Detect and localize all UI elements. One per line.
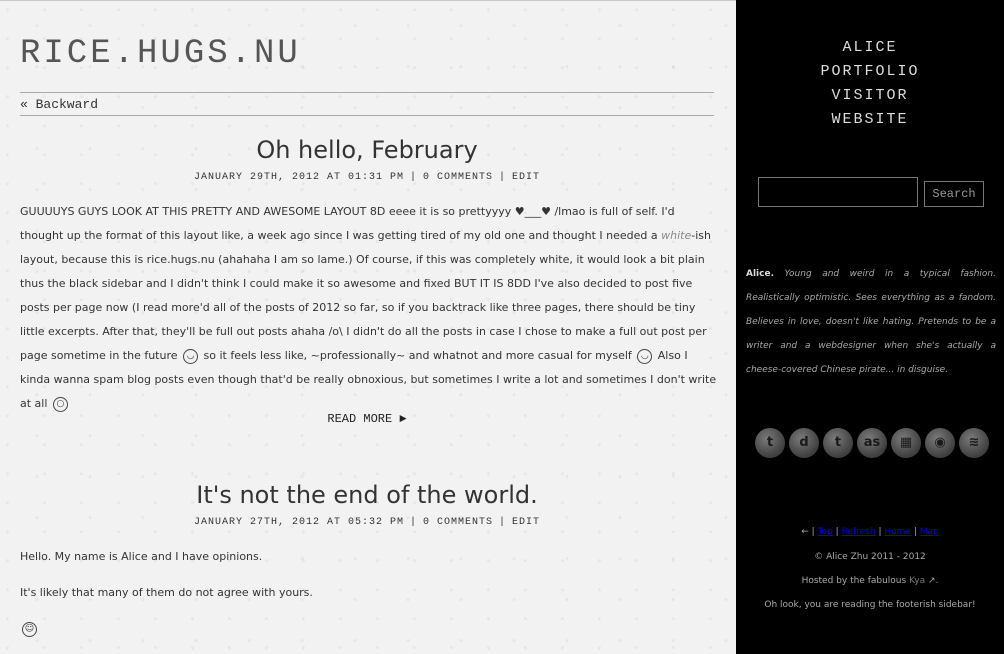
read-more-link[interactable]: READ MORE ► <box>20 412 714 426</box>
post-title[interactable]: It's not the end of the world. <box>20 481 714 509</box>
sidebar-nav: ALICE PORTFOLIO VISITOR WEBSITE <box>736 36 1004 132</box>
edit-link[interactable]: EDIT <box>512 517 540 528</box>
post-text: so it feels less like, ~professionally~ … <box>200 349 636 362</box>
sidebar: ALICE PORTFOLIO VISITOR WEBSITE Search A… <box>736 0 1004 654</box>
windows-icon[interactable]: ▦ <box>891 428 921 458</box>
copyright: © Alice Zhu 2011 - 2012 <box>814 552 926 562</box>
footer-tagline: Oh look, you are reading the footerish s… <box>764 600 976 610</box>
backward-link[interactable]: « Backward <box>20 97 98 112</box>
search-input[interactable] <box>758 177 918 207</box>
back-arrow-icon[interactable]: ← <box>801 527 809 537</box>
post-body: GUUUUYS GUYS LOOK AT THIS PRETTY AND AWE… <box>20 200 720 416</box>
smiley-icon: ◡ <box>637 348 653 364</box>
home-link[interactable]: Home <box>884 527 911 537</box>
main-content: RICE.HUGS.NU « Backward Oh hello, Februa… <box>0 0 736 654</box>
tumblr-icon[interactable]: t <box>823 428 853 458</box>
hosted-prefix: Hosted by the fabulous <box>801 576 910 586</box>
external-link-icon: ↗ <box>925 576 936 586</box>
shocked-face-icon: ○ <box>52 396 68 412</box>
sidebar-item-alice[interactable]: ALICE <box>736 36 1004 60</box>
about-text: Young and weird in a typical fashion. Re… <box>746 269 996 375</box>
rss-icon[interactable]: ≋ <box>959 428 989 458</box>
search-button[interactable]: Search <box>924 181 984 207</box>
post-meta: JANUARY 27TH, 2012 AT 05:32 PM | 0 COMMENT… <box>193 517 541 528</box>
smiley-icon: ◡ <box>183 348 199 364</box>
post-text: GUUUUYS GUYS LOOK AT THIS PRETTY AND AWE… <box>20 205 675 242</box>
post-date: JANUARY 29TH, 2012 AT 01:31 PM <box>193 172 404 183</box>
map-link[interactable]: Map <box>920 527 939 537</box>
lastfm-icon[interactable]: as <box>857 428 887 458</box>
top-link[interactable]: Top <box>818 527 833 537</box>
sidebar-item-visitor[interactable]: VISITOR <box>736 84 1004 108</box>
comments-link[interactable]: 0 COMMENTS <box>423 172 493 183</box>
footer-links: ← | Top | Refresh | Home | Map <box>801 527 939 537</box>
refresh-link[interactable]: Refresh <box>842 527 876 537</box>
post-paragraph: Hello. My name is Alice and I have opini… <box>20 550 263 563</box>
social-icons: t d t as ▦ ◉ ≋ <box>755 428 989 460</box>
post-date: JANUARY 27TH, 2012 AT 05:32 PM <box>193 517 404 528</box>
comments-link[interactable]: 0 COMMENTS <box>423 517 493 528</box>
about-blurb: Alice. Young and weird in a typical fash… <box>746 262 996 382</box>
sidebar-item-portfolio[interactable]: PORTFOLIO <box>736 60 1004 84</box>
eye-icon[interactable]: ◉ <box>925 428 955 458</box>
sidebar-item-website[interactable]: WEBSITE <box>736 108 1004 132</box>
twitter-icon[interactable]: t <box>755 428 785 458</box>
post-text-emphasis: white <box>661 229 692 242</box>
post-body: Hello. My name is Alice and I have opini… <box>20 545 720 653</box>
hosted-suffix: . <box>935 576 939 586</box>
about-name: Alice. <box>746 269 774 279</box>
hosted-by: Hosted by the fabulous Kya ↗. <box>736 576 1004 586</box>
kya-link[interactable]: Kya <box>909 576 925 586</box>
post-paragraph: It's likely that many of them do not agr… <box>20 586 313 599</box>
smiley-icon: ☺ <box>22 621 37 637</box>
post-meta: JANUARY 29TH, 2012 AT 01:31 PM | 0 COMMENT… <box>193 172 541 183</box>
post-text: -ish layout, because this is rice.hugs.n… <box>20 229 711 362</box>
navigation-bar: « Backward <box>20 92 714 116</box>
deviantart-icon[interactable]: d <box>789 428 819 458</box>
edit-link[interactable]: EDIT <box>512 172 540 183</box>
post-title[interactable]: Oh hello, February <box>20 136 714 164</box>
site-title[interactable]: RICE.HUGS.NU <box>20 35 301 73</box>
